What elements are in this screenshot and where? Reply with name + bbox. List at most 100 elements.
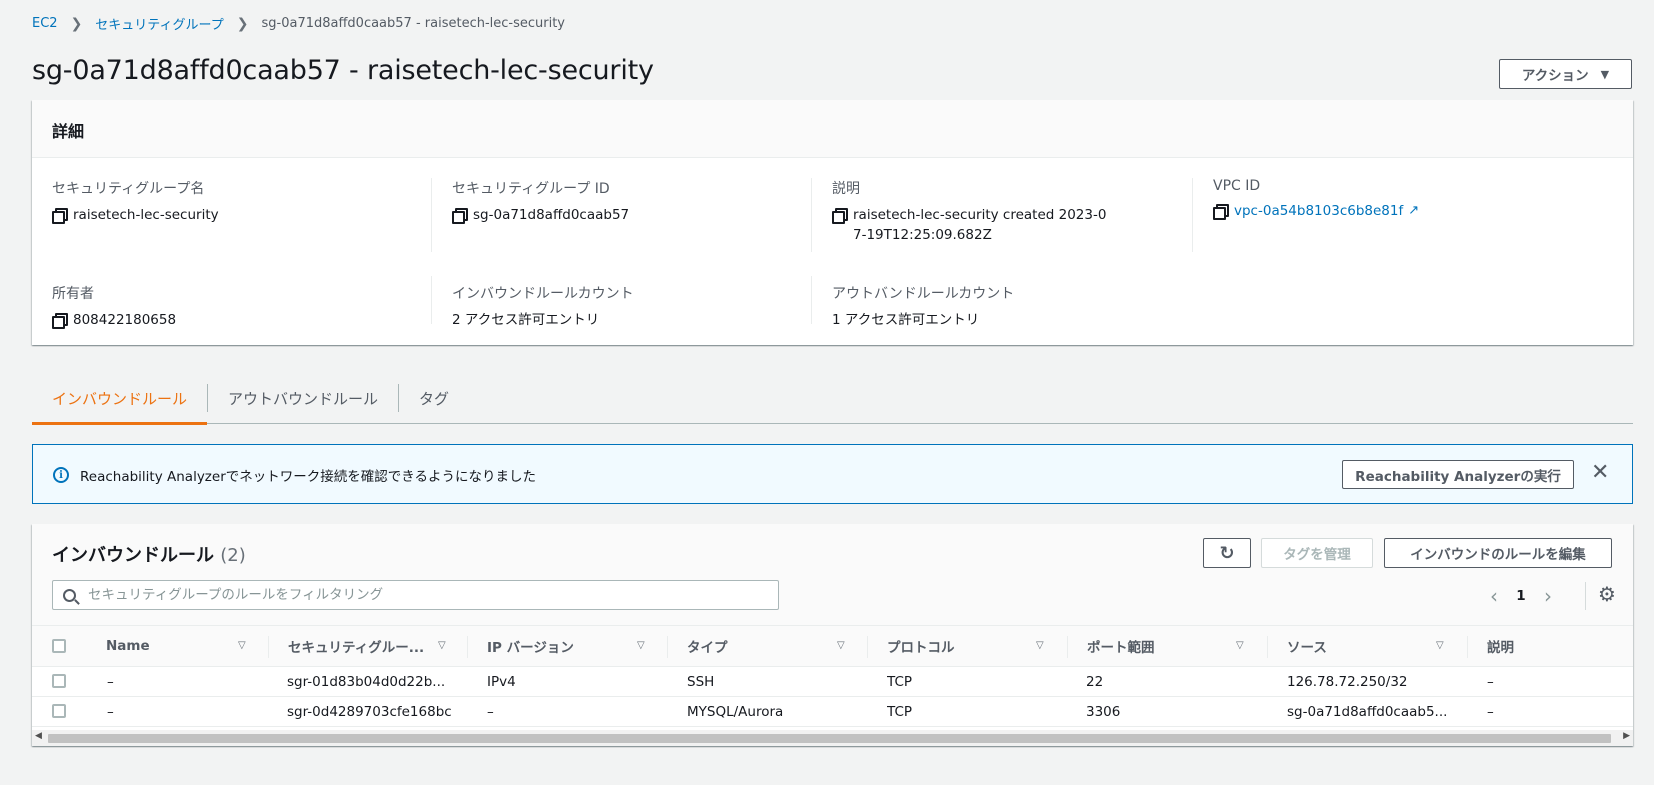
cell-port-range: 22: [1086, 673, 1104, 690]
banner-text: Reachability Analyzerでネットワーク接続を確認できるようにな…: [80, 469, 536, 485]
sort-icon[interactable]: ▽: [238, 640, 246, 651]
filter-input[interactable]: [88, 587, 748, 603]
breadcrumb-current: sg-0a71d8affd0caab57 - raisetech-lec-sec…: [261, 16, 565, 31]
tab-outbound-rules[interactable]: アウトバウンドルール: [208, 372, 398, 424]
sg-name-value: raisetech-lec-security: [73, 207, 219, 223]
column-header-protocol[interactable]: プロトコル: [887, 626, 955, 666]
cell-type: MYSQL/Aurora: [687, 703, 784, 720]
actions-button-label: アクション: [1521, 68, 1589, 84]
column-header-rule-id[interactable]: セキュリティグルー...: [288, 626, 424, 666]
row-checkbox[interactable]: [52, 674, 66, 688]
search-icon: [63, 588, 76, 602]
column-header-name[interactable]: Name: [106, 626, 150, 666]
vpc-id-link[interactable]: vpc-0a54b8103c6b8e81f: [1234, 201, 1403, 221]
detail-value: sg-0a71d8affd0caab57: [452, 205, 811, 225]
cell-description: –: [1487, 703, 1494, 720]
column-divider[interactable]: [467, 636, 468, 658]
detail-value: raisetech-lec-security: [52, 205, 432, 225]
manage-tags-button[interactable]: タグを管理: [1261, 538, 1373, 568]
rules-title-text: インバウンドルール: [52, 545, 214, 566]
cell-source: 126.78.72.250/32: [1287, 673, 1408, 690]
cell-rule-id: sgr-0d4289703cfe168bc: [287, 703, 452, 720]
detail-value: 808422180658: [52, 310, 432, 330]
chevron-right-icon[interactable]: ›: [1536, 584, 1560, 608]
sort-icon[interactable]: ▽: [438, 640, 446, 651]
run-reachability-analyzer-button[interactable]: Reachability Analyzerの実行: [1342, 460, 1574, 489]
select-all-checkbox[interactable]: [52, 639, 66, 653]
copy-icon[interactable]: [52, 313, 68, 329]
column-header-port-range[interactable]: ポート範囲: [1087, 626, 1155, 666]
column-divider[interactable]: [268, 636, 269, 658]
detail-sg-id: セキュリティグループ ID sg-0a71d8affd0caab57: [431, 178, 811, 252]
tab-inbound-rules[interactable]: インバウンドルール: [32, 372, 208, 425]
tab-bar: インバウンドルール アウトバウンドルール タグ: [32, 372, 1633, 425]
column-divider[interactable]: [1467, 636, 1468, 658]
detail-label: セキュリティグループ名: [52, 181, 205, 197]
breadcrumb-security-groups[interactable]: セキュリティグループ: [95, 14, 223, 33]
copy-icon[interactable]: [452, 208, 468, 224]
column-divider[interactable]: [867, 636, 868, 658]
rules-table: Name ▽ セキュリティグルー... ▽ IP バージョン ▽ タイプ ▽ プ…: [32, 625, 1633, 727]
column-header-type[interactable]: タイプ: [687, 626, 728, 666]
cell-protocol: TCP: [887, 703, 913, 720]
cell-rule-id: sgr-01d83b04d0d22b...: [287, 673, 446, 690]
scroll-right-icon[interactable]: ▶: [1623, 731, 1630, 741]
detail-label: アウトバンドルールカウント: [832, 286, 1015, 302]
column-divider[interactable]: [1267, 636, 1268, 658]
refresh-button[interactable]: ↻: [1203, 538, 1251, 568]
actions-button[interactable]: アクション ▼: [1499, 59, 1632, 89]
detail-label: 所有者: [52, 286, 94, 302]
cell-type: SSH: [687, 673, 715, 690]
chevron-left-icon[interactable]: ‹: [1482, 584, 1506, 608]
cell-name: –: [107, 673, 114, 690]
tab-tags[interactable]: タグ: [399, 372, 469, 424]
detail-value: vpc-0a54b8103c6b8e81f ↗: [1213, 201, 1572, 221]
page-number[interactable]: 1: [1506, 588, 1536, 604]
copy-icon[interactable]: [1213, 204, 1229, 220]
owner-value: 808422180658: [73, 312, 177, 328]
sort-icon[interactable]: ▽: [1236, 640, 1244, 651]
cell-port-range: 3306: [1086, 703, 1121, 720]
refresh-icon: ↻: [1219, 542, 1235, 564]
sort-icon[interactable]: ▽: [1036, 640, 1044, 651]
caret-down-icon: ▼: [1600, 67, 1610, 81]
cell-description: –: [1487, 673, 1494, 690]
column-header-source[interactable]: ソース: [1287, 626, 1327, 666]
detail-value: raisetech-lec-security created 2023-07-1…: [832, 205, 1111, 245]
column-divider[interactable]: [1067, 636, 1068, 658]
external-link-icon[interactable]: ↗: [1408, 201, 1419, 221]
table-header: Name ▽ セキュリティグルー... ▽ IP バージョン ▽ タイプ ▽ プ…: [32, 625, 1633, 667]
cell-name: –: [107, 703, 114, 720]
details-header: 詳細: [32, 100, 1633, 158]
filter-box: [52, 580, 779, 610]
table-row[interactable]: – sgr-01d83b04d0d22b... IPv4 SSH TCP 22 …: [32, 667, 1633, 697]
breadcrumb-ec2[interactable]: EC2: [32, 16, 58, 31]
breadcrumb-separator-icon: ❯: [236, 15, 249, 32]
sg-id-value: sg-0a71d8affd0caab57: [473, 207, 630, 223]
close-icon[interactable]: ✕: [1591, 461, 1609, 485]
column-divider[interactable]: [667, 636, 668, 658]
detail-inbound-count: インバウンドルールカウント 2 アクセス許可エントリ: [431, 276, 811, 328]
rules-title: インバウンドルール (2): [52, 541, 246, 567]
breadcrumb-separator-icon: ❯: [70, 15, 83, 32]
scrollbar-thumb[interactable]: [48, 734, 1611, 743]
edit-inbound-rules-button[interactable]: インバウンドのルールを編集: [1384, 538, 1612, 568]
info-icon: i: [53, 467, 69, 483]
copy-icon[interactable]: [52, 208, 68, 224]
table-row[interactable]: – sgr-0d4289703cfe168bc – MYSQL/Aurora T…: [32, 697, 1633, 727]
inbound-count-value: 2 アクセス許可エントリ: [452, 312, 600, 328]
column-header-ip-version[interactable]: IP バージョン: [487, 626, 574, 666]
row-checkbox[interactable]: [52, 704, 66, 718]
sort-icon[interactable]: ▽: [1436, 640, 1444, 651]
copy-icon[interactable]: [832, 208, 848, 224]
detail-label: セキュリティグループ ID: [452, 181, 610, 197]
page-title: sg-0a71d8affd0caab57 - raisetech-lec-sec…: [32, 55, 654, 86]
scroll-left-icon[interactable]: ◀: [35, 731, 42, 741]
sort-icon[interactable]: ▽: [637, 640, 645, 651]
horizontal-scrollbar[interactable]: ◀ ▶: [32, 730, 1633, 746]
gear-icon[interactable]: ⚙: [1598, 582, 1616, 606]
pagination: ‹ 1 ›: [1482, 584, 1560, 608]
description-value: raisetech-lec-security created 2023-07-1…: [853, 207, 1107, 243]
column-header-description: 説明: [1487, 640, 1514, 656]
sort-icon[interactable]: ▽: [837, 640, 845, 651]
